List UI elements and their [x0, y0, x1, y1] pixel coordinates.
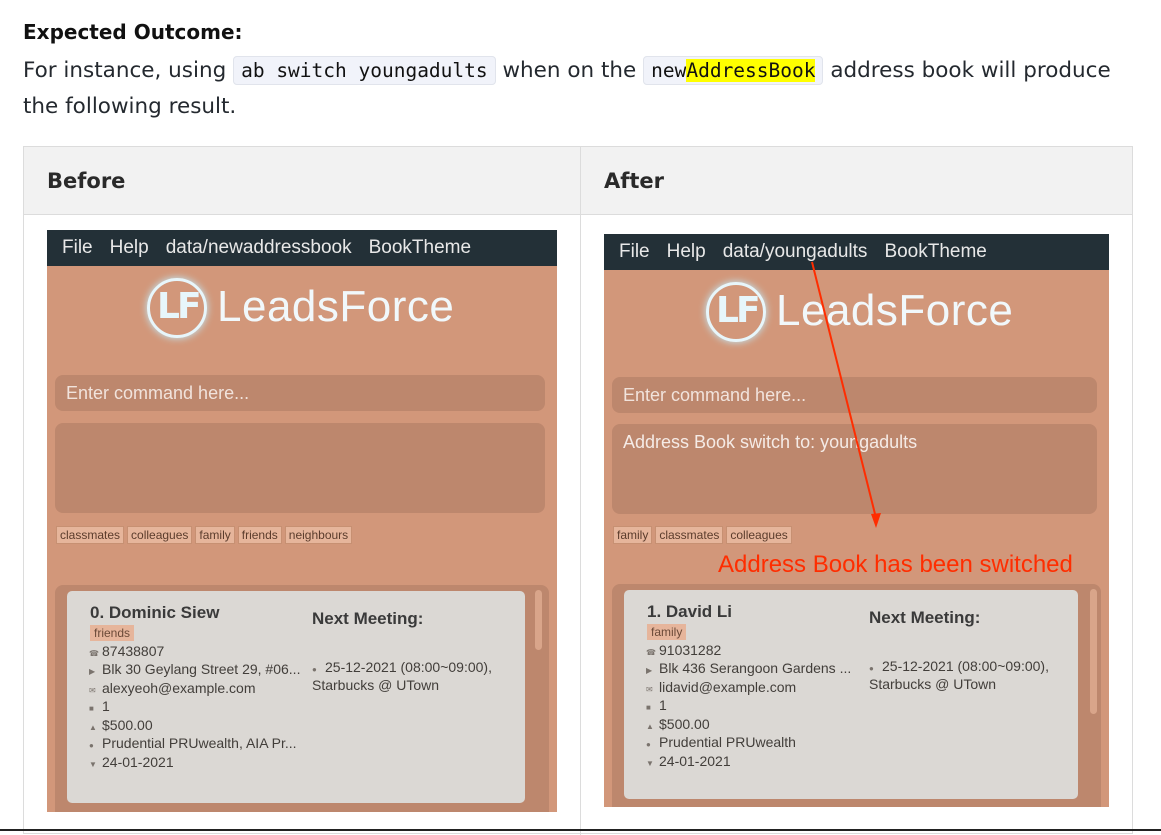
bottom-border: [0, 829, 1161, 831]
annotation-arrow-icon: [811, 261, 881, 528]
annotation-text: Address Book has been switched: [718, 551, 1073, 578]
